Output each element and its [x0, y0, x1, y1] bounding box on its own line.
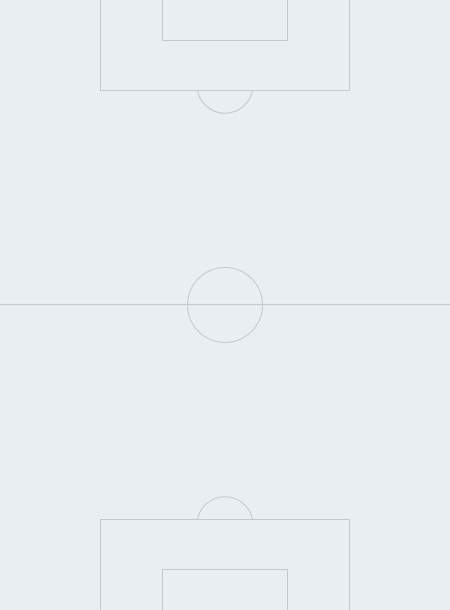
soccer-pitch [0, 0, 450, 610]
pitch-markings [0, 0, 450, 610]
